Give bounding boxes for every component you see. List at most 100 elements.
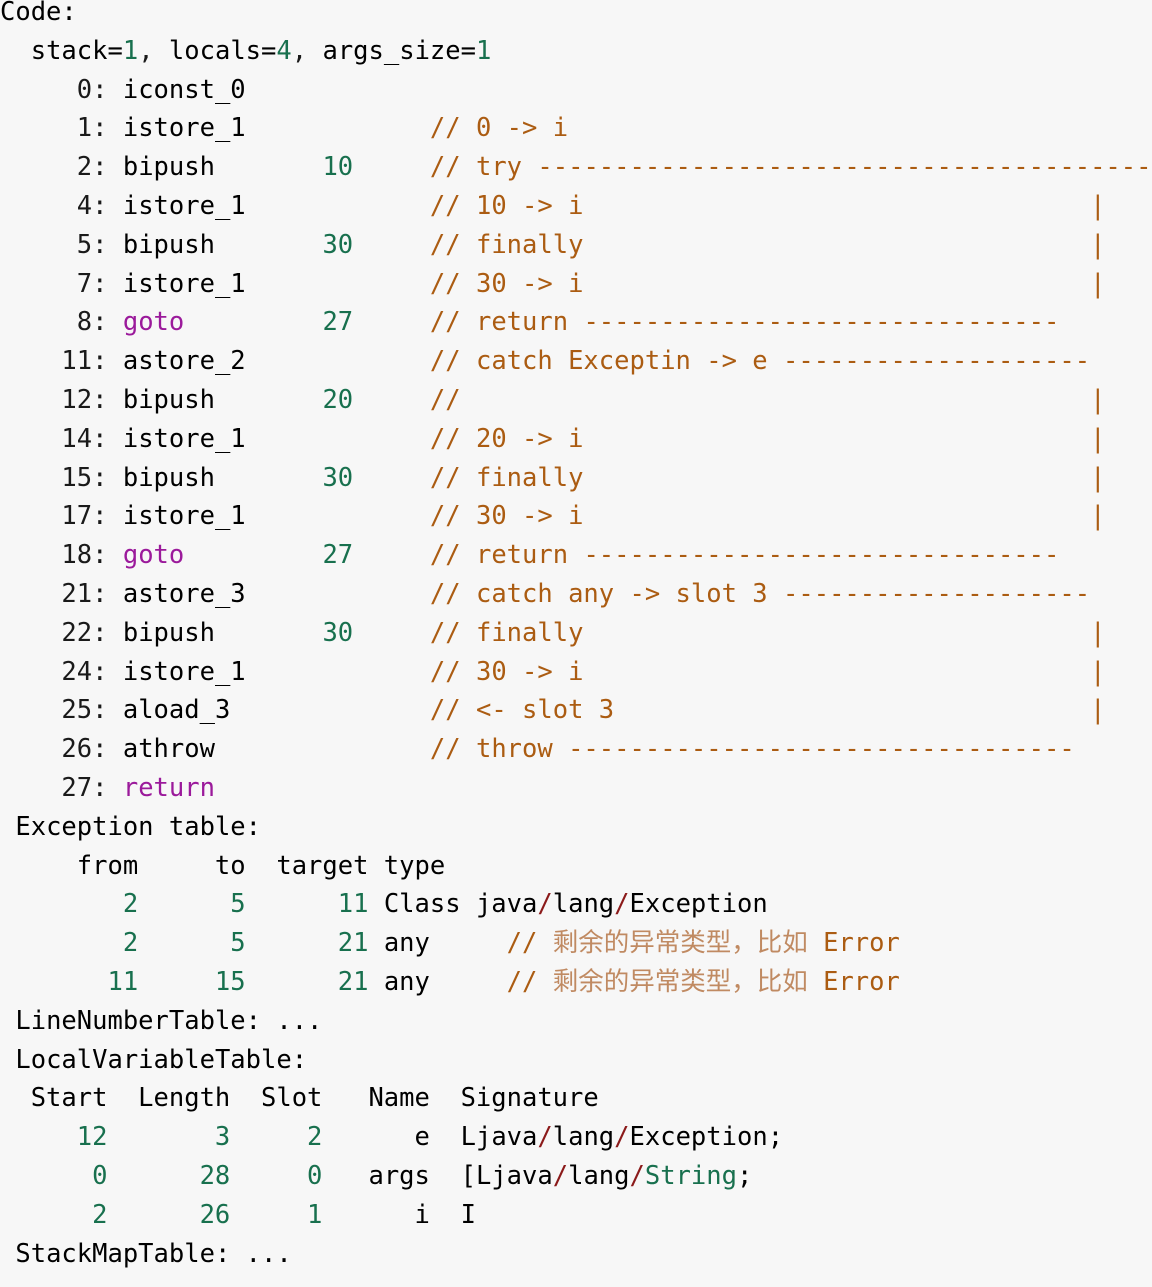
instruction-operand: 20	[322, 384, 354, 415]
exception-table: from to target type 2 5 11 Class java/la…	[0, 847, 1152, 1002]
local-variable-table-row: 2 26 1 i I	[0, 1196, 1152, 1235]
instruction-operand: 30	[322, 462, 354, 493]
continuation-bar: |	[1090, 229, 1106, 260]
instruction-offset: 17	[0, 501, 93, 532]
exception-from: 2	[0, 928, 139, 959]
instruction-row: 12: bipush 20 // |	[0, 381, 1152, 420]
instruction-opcode: istore_1	[122, 656, 246, 687]
instruction-opcode: athrow	[122, 734, 215, 765]
instruction-row: 18: goto 27 // return ------------------…	[0, 536, 1152, 575]
comment-gap	[353, 463, 430, 493]
continuation-bar: |	[1090, 268, 1106, 299]
localvar-name: i	[322, 1199, 430, 1230]
comment-gap	[353, 385, 430, 415]
instruction-offset: 24	[0, 656, 93, 687]
localvar-start: 12	[0, 1122, 108, 1153]
code-attributes-line: stack=1, locals=4, args_size=1	[0, 32, 1152, 71]
path-separator: /	[552, 1160, 569, 1191]
exception-table-label: Exception table:	[15, 811, 261, 842]
instruction-colon: :	[92, 462, 123, 493]
operand-gap	[215, 463, 322, 493]
instruction-row: 22: bipush 30 // finally |	[0, 614, 1152, 653]
bar-gap	[583, 657, 1090, 687]
localvar-slot: 0	[230, 1160, 323, 1191]
comment-gap	[246, 579, 430, 609]
instruction-comment: // catch any -> slot 3 -----------------…	[429, 578, 1091, 609]
exception-type: any	[383, 966, 476, 997]
instruction-operand: 30	[322, 617, 354, 648]
exception-target: 21	[245, 966, 369, 997]
comment-gap	[246, 424, 430, 454]
continuation-bar: |	[1090, 462, 1106, 493]
instruction-opcode: bipush	[122, 462, 215, 493]
instruction-opcode: iconst_0	[122, 74, 246, 105]
operand-gap	[215, 230, 322, 260]
instruction-opcode: astore_3	[122, 578, 246, 609]
instruction-colon: :	[92, 152, 123, 183]
path-separator: /	[629, 1160, 645, 1191]
exception-from: 11	[0, 966, 139, 997]
comment-gap	[230, 695, 430, 725]
bar-gap	[583, 618, 1090, 648]
signature-package-head: Ljava	[460, 1122, 538, 1153]
exception-comment-marker: //	[506, 928, 553, 959]
args-size-value: 1	[476, 35, 492, 66]
comment-gap	[246, 191, 430, 221]
continuation-bar: |	[1090, 617, 1106, 648]
instruction-offset: 8	[0, 307, 93, 338]
operand-gap	[184, 307, 322, 337]
comment-gap	[246, 501, 430, 531]
exception-comment-tail: Error	[823, 966, 900, 997]
instruction-opcode: astore_2	[122, 346, 246, 377]
instruction-comment: // 10 -> i	[429, 190, 584, 221]
bar-gap	[614, 695, 1090, 725]
instruction-comment: // try ---------------------------------…	[429, 152, 1152, 183]
instruction-list: 0: iconst_0 1: istore_1 // 0 -> i 2: bip…	[0, 71, 1152, 808]
instruction-offset: 22	[0, 617, 93, 648]
instruction-comment: // 20 -> i	[429, 423, 584, 454]
local-variable-table-label: LocalVariableTable:	[15, 1044, 308, 1075]
local-variable-table-header-cells: Start Length Slot Name Signature	[0, 1083, 599, 1114]
instruction-row: 7: istore_1 // 30 -> i |	[0, 265, 1152, 304]
instruction-opcode: istore_1	[122, 113, 246, 144]
bar-gap	[583, 230, 1090, 260]
signature-type: Exception	[629, 1122, 768, 1153]
clipped-trailing-line: ...	[0, 1273, 1152, 1287]
instruction-opcode: goto	[122, 307, 185, 338]
instruction-opcode: istore_1	[122, 190, 246, 221]
exception-comment-cjk: 剩余的异常类型，比如	[552, 966, 824, 997]
continuation-bar: |	[1090, 695, 1106, 726]
instruction-colon: :	[92, 617, 123, 648]
instruction-comment: // <- slot 3	[429, 695, 615, 726]
instruction-colon: :	[92, 656, 123, 687]
instruction-row: 21: astore_3 // catch any -> slot 3 ----…	[0, 575, 1152, 614]
bar-gap	[583, 424, 1090, 454]
instruction-comment: // finally	[429, 617, 584, 648]
instruction-colon: :	[92, 695, 123, 726]
instruction-opcode: bipush	[122, 229, 215, 260]
instruction-comment: // finally	[429, 462, 584, 493]
comment-gap	[353, 540, 430, 570]
instruction-offset: 2	[0, 152, 93, 183]
signature-type: I	[460, 1199, 476, 1230]
instruction-offset: 5	[0, 229, 93, 260]
instruction-opcode: return	[122, 772, 215, 803]
instruction-row: 17: istore_1 // 30 -> i |	[0, 497, 1152, 536]
exception-table-row: 11 15 21 any // 剩余的异常类型，比如 Error	[0, 963, 1152, 1002]
instruction-row: 25: aload_3 // <- slot 3 |	[0, 691, 1152, 730]
instruction-comment: // finally	[429, 229, 584, 260]
instruction-colon: :	[92, 540, 123, 571]
stack-map-table-line: StackMapTable: ...	[0, 1235, 1152, 1274]
instruction-opcode: bipush	[122, 384, 215, 415]
instruction-comment: // throw -------------------------------…	[429, 734, 1075, 765]
comment-gap	[215, 734, 430, 764]
instruction-row: 1: istore_1 // 0 -> i	[0, 109, 1152, 148]
